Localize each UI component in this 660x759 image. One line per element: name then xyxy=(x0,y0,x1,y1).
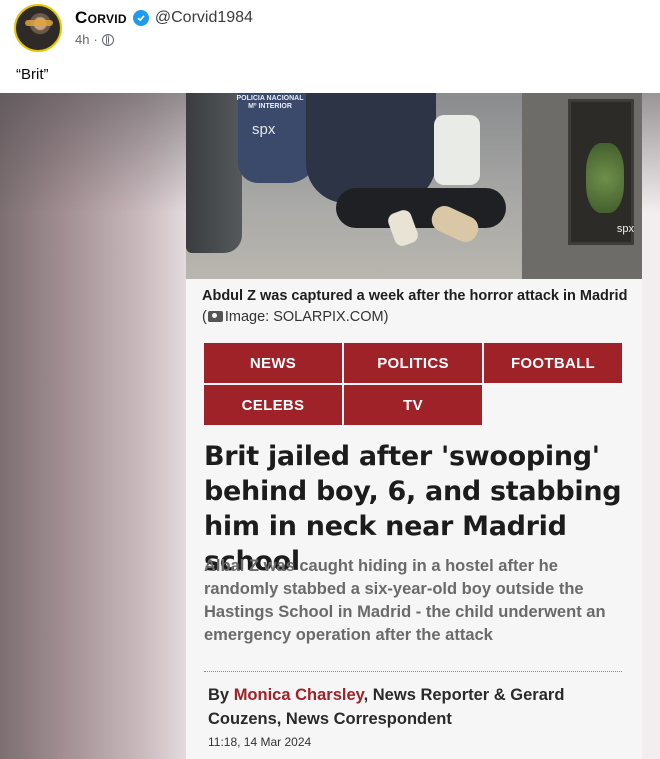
author-name[interactable]: Corvid xyxy=(75,8,127,28)
byline-author: Monica Charsley xyxy=(233,686,364,704)
verified-badge-icon xyxy=(132,10,149,26)
post-time[interactable]: 4h xyxy=(75,32,89,47)
byline-prefix: By xyxy=(208,686,234,704)
post-text: “Brit” xyxy=(16,66,49,83)
article-photo: POLICIA NACIONAL Mº INTERIOR spx spx xyxy=(186,93,642,279)
avatar[interactable] xyxy=(14,4,62,52)
article-timestamp: 11:18, 14 Mar 2024 xyxy=(208,735,312,749)
photo-police-badge: POLICIA NACIONAL Mº INTERIOR xyxy=(236,95,304,110)
photo-bin xyxy=(186,93,242,253)
post-header: Corvid @Corvid1984 4h · xyxy=(12,4,652,54)
photo-officer-kneeling xyxy=(306,93,436,203)
nav-news[interactable]: NEWS xyxy=(204,343,342,383)
nav-tv[interactable]: TV xyxy=(344,385,482,425)
meta-separator: · xyxy=(93,32,98,47)
article-byline: By Monica Charsley, News Reporter & Gera… xyxy=(208,683,628,731)
photo-plant xyxy=(586,143,624,213)
globe-icon xyxy=(101,33,114,46)
camera-icon xyxy=(207,311,223,322)
photo-watermark: spx xyxy=(616,223,634,235)
article-standfirst: Albal Z was caught hiding in a hostel af… xyxy=(204,557,606,644)
photo-caption: Abdul Z was captured a week after the ho… xyxy=(202,286,632,328)
divider xyxy=(204,671,622,672)
photo-suspect xyxy=(336,188,506,228)
photo-bag xyxy=(434,115,480,185)
post-meta: 4h · xyxy=(75,32,114,47)
caption-text: Abdul Z was captured a week after the ho… xyxy=(202,288,628,304)
author-line: Corvid @Corvid1984 xyxy=(75,8,253,28)
nav-football[interactable]: FOOTBALL xyxy=(484,343,622,383)
caption-credit: (Image: SOLARPIX.COM) xyxy=(202,309,389,325)
photo-watermark: spx xyxy=(252,121,276,138)
author-handle[interactable]: @Corvid1984 xyxy=(155,9,253,27)
credit-text: Image: SOLARPIX.COM xyxy=(224,309,384,325)
article-screenshot: POLICIA NACIONAL Mº INTERIOR spx spx Abd… xyxy=(186,93,642,759)
nav-celebs[interactable]: CELEBS xyxy=(204,385,342,425)
post-image[interactable]: POLICIA NACIONAL Mº INTERIOR spx spx Abd… xyxy=(0,93,660,759)
nav-politics[interactable]: POLITICS xyxy=(344,343,482,383)
